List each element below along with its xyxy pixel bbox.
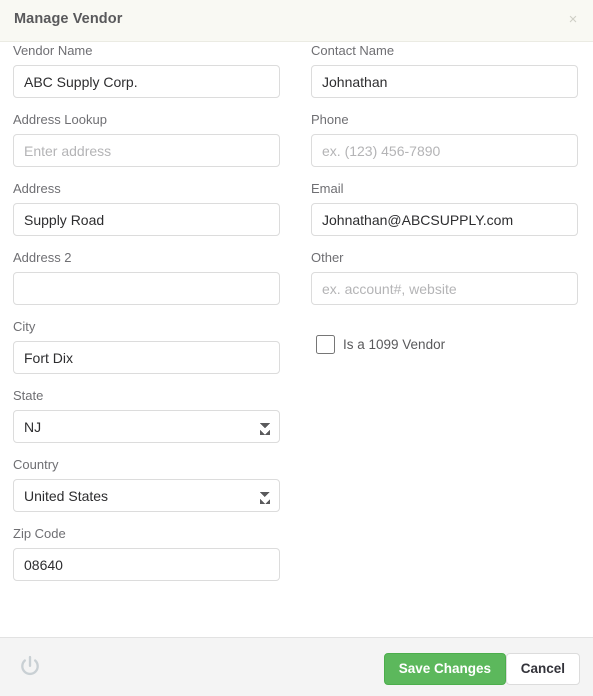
vendor-1099-row: Is a 1099 Vendor	[311, 335, 578, 355]
field-zip-code: Zip Code	[13, 526, 280, 581]
field-label-state: State	[13, 388, 44, 403]
is-1099-vendor-checkbox[interactable]	[316, 335, 335, 354]
other-input[interactable]	[311, 272, 578, 305]
phone-input[interactable]	[311, 134, 578, 167]
city-input[interactable]	[13, 341, 280, 374]
field-label-city: City	[13, 319, 36, 334]
field-other: Other	[311, 250, 578, 305]
field-label-vendor-name: Vendor Name	[13, 43, 93, 58]
address-input[interactable]	[13, 203, 280, 236]
country-input[interactable]: United States	[13, 479, 280, 512]
power-icon[interactable]	[16, 653, 44, 681]
field-label-email: Email	[311, 181, 344, 196]
field-address: Address	[13, 181, 280, 236]
modal-footer: Save Changes Cancel	[0, 637, 593, 696]
field-address-2: Address 2	[13, 250, 280, 305]
field-label-zip-code: Zip Code	[13, 526, 66, 541]
save-button[interactable]: Save Changes	[383, 653, 506, 685]
field-label-phone: Phone	[311, 112, 349, 127]
contact-name-input[interactable]	[311, 65, 578, 98]
field-label-address-lookup: Address Lookup	[13, 112, 107, 127]
field-phone: Phone	[311, 112, 578, 167]
modal-body: Vendor Name Address Lookup Address Address …	[0, 43, 593, 637]
vendor-name-input[interactable]	[13, 65, 280, 98]
address-2-input[interactable]	[13, 272, 280, 305]
form-column-left: Vendor Name Address Lookup Address Address …	[13, 43, 280, 595]
field-state: State NJ	[13, 388, 280, 443]
field-contact-name: Contact Name	[311, 43, 578, 98]
field-label-other: Other	[311, 250, 344, 265]
field-vendor-name: Vendor Name	[13, 43, 280, 98]
field-country: Country United States	[13, 457, 280, 512]
field-label-address: Address	[13, 181, 61, 196]
is-1099-vendor-label: Is a 1099 Vendor	[343, 337, 446, 352]
close-icon[interactable]: ×	[564, 11, 582, 29]
state-input[interactable]: NJ	[13, 410, 280, 443]
email-input[interactable]	[311, 203, 578, 236]
form-column-right: Contact Name Phone Email Other Is a 1099 Ven…	[311, 43, 578, 355]
modal-header: Manage Vendor ×	[0, 0, 593, 42]
field-city: City	[13, 319, 280, 374]
field-label-country: Country	[13, 457, 59, 472]
address-lookup-input[interactable]	[13, 134, 280, 167]
cancel-button[interactable]: Cancel	[505, 653, 580, 685]
field-label-contact-name: Contact Name	[311, 43, 395, 58]
zip-code-input[interactable]	[13, 548, 280, 581]
page-title: Manage Vendor	[14, 11, 123, 27]
field-address-lookup: Address Lookup	[13, 112, 280, 167]
field-label-address-2: Address 2	[13, 250, 72, 265]
field-email: Email	[311, 181, 578, 236]
